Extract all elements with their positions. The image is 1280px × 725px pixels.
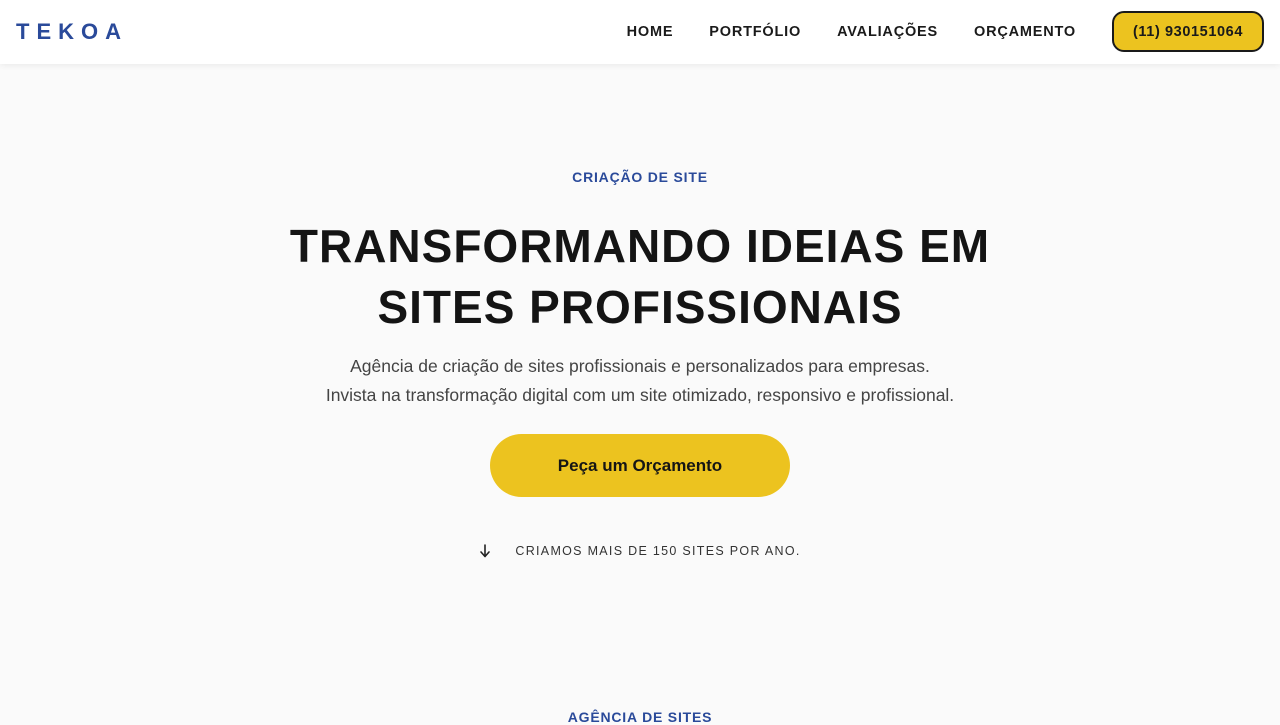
stat-row: CRIAMOS MAIS DE 150 SITES POR ANO. — [0, 544, 1280, 558]
next-section-eyebrow: AGÊNCIA DE SITES — [567, 709, 713, 725]
hero-description: Agência de criação de sites profissionai… — [240, 352, 1040, 410]
hero-headline: TRANSFORMANDO IDEIAS EM SITES PROFISSION… — [240, 216, 1040, 338]
request-quote-button[interactable]: Peça um Orçamento — [490, 434, 790, 497]
site-header: TEKOA HOME PORTFÓLIO AVALIAÇÕES ORÇAMENT… — [0, 0, 1280, 64]
phone-button[interactable]: (11) 930151064 — [1112, 11, 1264, 52]
nav-link-portfolio[interactable]: PORTFÓLIO — [709, 24, 801, 40]
hero-eyebrow: CRIAÇÃO DE SITE — [572, 169, 708, 185]
hero-description-line-2: Invista na transformação digital com um … — [325, 385, 955, 405]
hero-headline-line-1: TRANSFORMANDO IDEIAS EM — [289, 220, 991, 272]
hero-section: CRIAÇÃO DE SITE TRANSFORMANDO IDEIAS EM … — [0, 64, 1280, 725]
arrow-down-icon — [480, 544, 491, 558]
hero-description-line-1: Agência de criação de sites profissionai… — [350, 356, 930, 376]
nav-link-orcamento[interactable]: ORÇAMENTO — [974, 24, 1076, 40]
hero-headline-line-2: SITES PROFISSIONAIS — [377, 281, 903, 333]
stat-text: CRIAMOS MAIS DE 150 SITES POR ANO. — [515, 544, 801, 558]
brand-logo[interactable]: TEKOA — [16, 18, 128, 46]
nav-link-avaliacoes[interactable]: AVALIAÇÕES — [837, 24, 938, 40]
main-nav: HOME PORTFÓLIO AVALIAÇÕES ORÇAMENTO — [591, 0, 1076, 64]
nav-link-home[interactable]: HOME — [627, 24, 674, 40]
